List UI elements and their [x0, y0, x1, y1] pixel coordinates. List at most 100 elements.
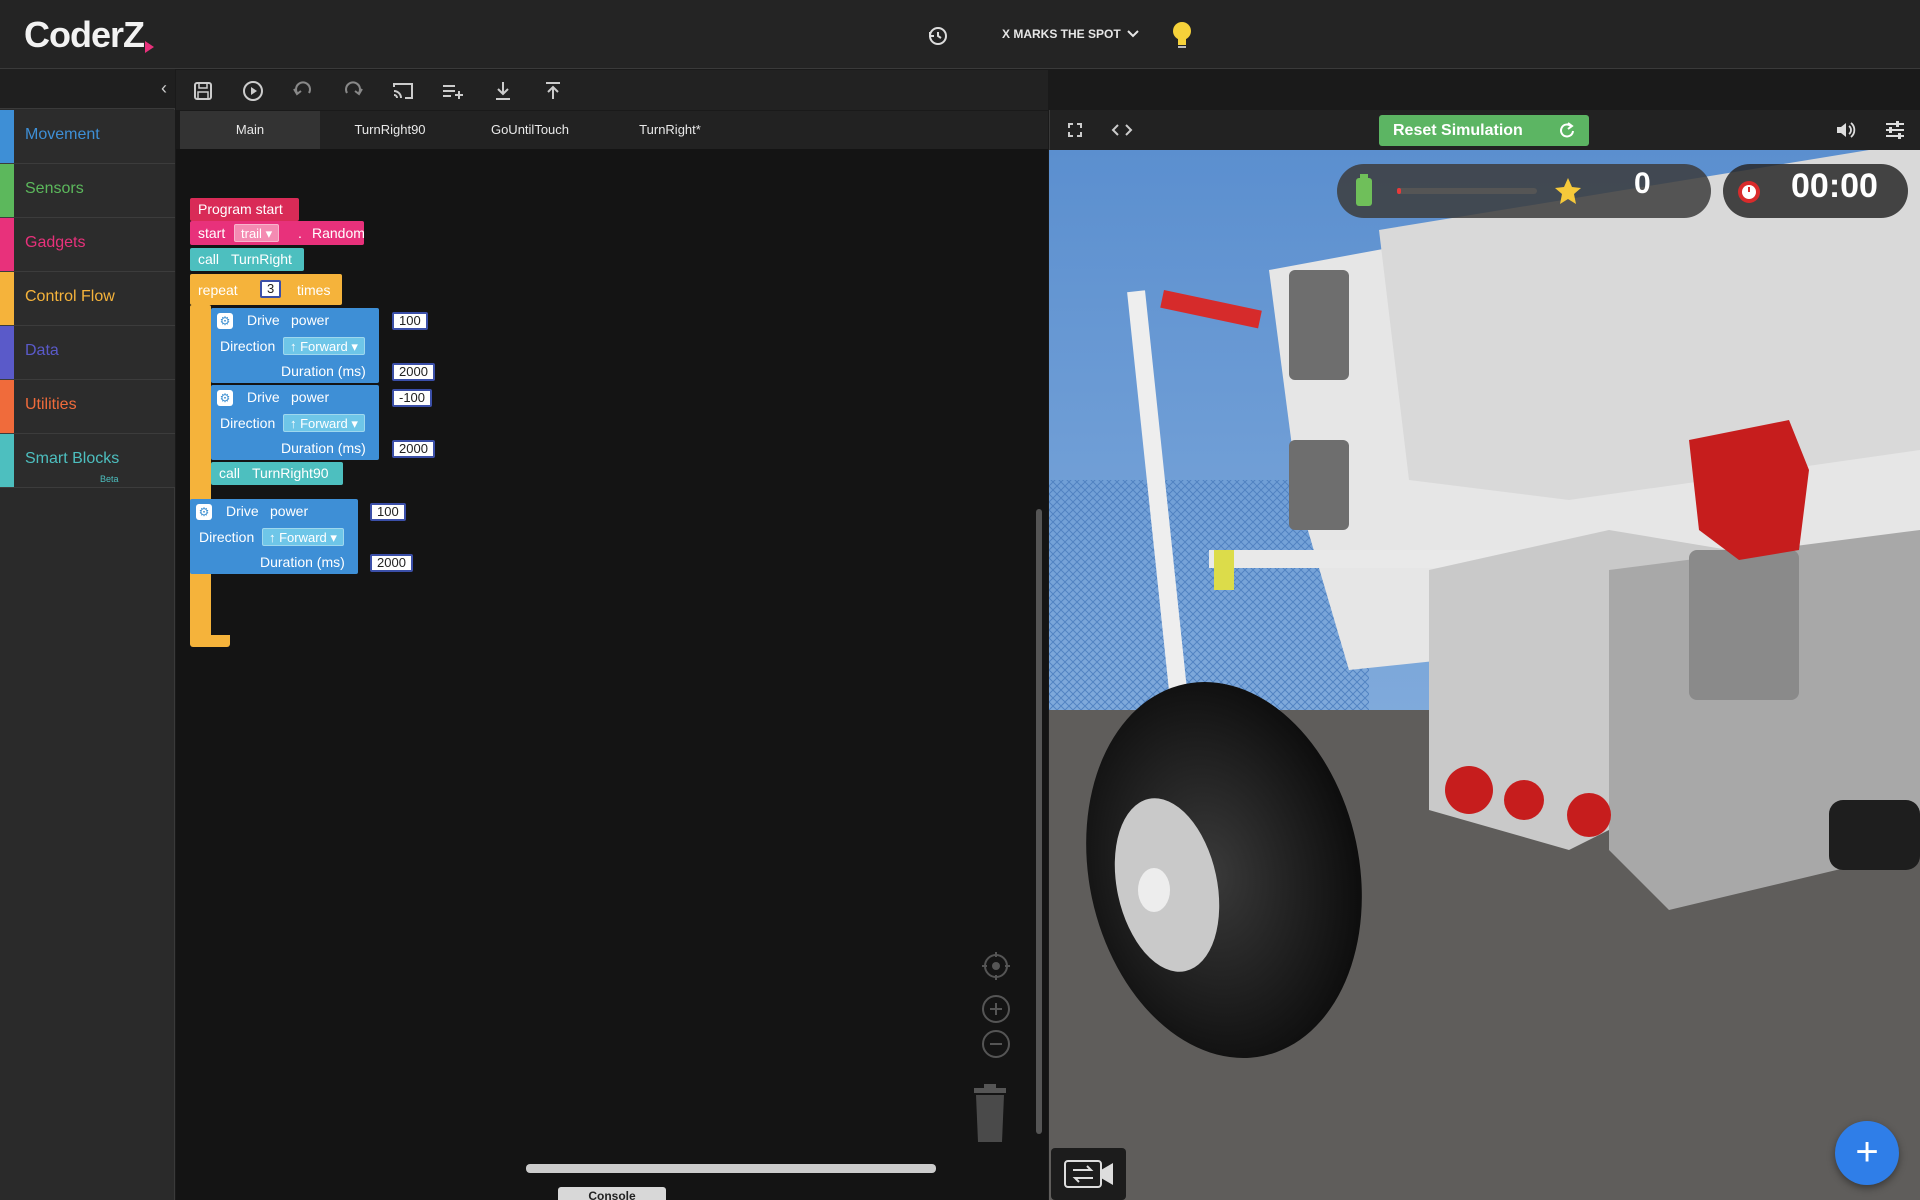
- category-sensors[interactable]: Sensors: [0, 164, 175, 218]
- chevron-left-icon: ‹: [161, 78, 167, 98]
- category-data[interactable]: Data: [0, 326, 175, 380]
- block-label: times: [297, 282, 331, 298]
- battery-bar: [1397, 188, 1537, 194]
- refresh-icon: [1560, 122, 1574, 138]
- blocks-workspace[interactable]: Program start start trail ▾ . Random cal…: [176, 149, 1048, 1200]
- fullscreen-icon[interactable]: [1066, 121, 1084, 139]
- block-label: Direction: [220, 415, 276, 431]
- dropdown-value: ↑ Forward: [269, 530, 327, 545]
- repeat-block[interactable]: repeat 3 times: [190, 274, 342, 305]
- direction-dropdown[interactable]: ↑ Forward ▾: [262, 528, 344, 546]
- repeat-block-body: [190, 305, 211, 645]
- block-label: Direction: [220, 338, 276, 354]
- code-view-icon[interactable]: [1111, 121, 1133, 139]
- mission-select[interactable]: X MARKS THE SPOT: [1002, 24, 1139, 44]
- block-label: Duration (ms): [260, 554, 345, 570]
- call-block[interactable]: call TurnRight90: [211, 462, 343, 485]
- play-icon[interactable]: [240, 78, 266, 104]
- horizontal-scrollbar[interactable]: [526, 1164, 936, 1173]
- zoom-in-icon[interactable]: [981, 994, 1011, 1024]
- start-trail-block[interactable]: start trail ▾ . Random: [190, 221, 365, 245]
- trail-dropdown[interactable]: trail ▾: [234, 224, 280, 242]
- function-name: TurnRight90: [252, 465, 329, 481]
- mission-name: X MARKS THE SPOT: [1002, 27, 1121, 41]
- block-label: Drive: [247, 389, 280, 405]
- gear-icon: ⚙: [217, 390, 233, 406]
- volume-icon[interactable]: [1834, 119, 1856, 141]
- repeat-block-footer: [190, 635, 230, 647]
- simulation-viewport[interactable]: [1049, 150, 1920, 1200]
- score-value: 0: [1634, 167, 1651, 200]
- timer-value: 00:00: [1791, 167, 1878, 205]
- download-icon[interactable]: [490, 78, 516, 104]
- category-color-bar: [0, 164, 14, 217]
- block-label: call: [198, 251, 220, 267]
- add-fab-button[interactable]: +: [1835, 1121, 1899, 1185]
- zoom-out-icon[interactable]: [981, 1029, 1011, 1059]
- reset-simulation-button[interactable]: Reset Simulation: [1379, 115, 1589, 146]
- dropdown-value: trail: [241, 226, 262, 241]
- console-tab[interactable]: Console: [558, 1187, 666, 1200]
- direction-dropdown[interactable]: ↑ Forward ▾: [283, 414, 365, 432]
- duration-input[interactable]: 2000: [392, 440, 435, 458]
- power-input[interactable]: 100: [392, 312, 428, 330]
- drive-block[interactable]: ⚙ Drive power Direction ↑ Forward ▾ Dura…: [211, 308, 379, 383]
- category-label: Data: [25, 342, 59, 359]
- beta-badge: Beta: [100, 474, 119, 484]
- block-label: Drive: [226, 503, 259, 519]
- block-label: power: [291, 389, 330, 405]
- drive-block[interactable]: ⚙ Drive power Direction ↑ Forward ▾ Dura…: [190, 499, 358, 574]
- category-gadgets[interactable]: Gadgets: [0, 218, 175, 272]
- reset-label: Reset Simulation: [1393, 122, 1523, 139]
- tab-gountiltouch[interactable]: GoUntilTouch: [460, 111, 600, 149]
- switch-camera-button[interactable]: [1051, 1148, 1126, 1200]
- tab-turnright90[interactable]: TurnRight90: [320, 111, 460, 149]
- stopwatch-icon: [1738, 181, 1760, 203]
- direction-dropdown[interactable]: ↑ Forward ▾: [283, 337, 365, 355]
- power-input[interactable]: -100: [392, 389, 433, 407]
- undo-icon[interactable]: [290, 78, 316, 104]
- block-label: Direction: [199, 529, 255, 545]
- tab-main[interactable]: Main: [180, 111, 320, 149]
- save-icon[interactable]: [190, 78, 216, 104]
- category-color-bar: [0, 434, 14, 487]
- settings-sliders-icon[interactable]: [1884, 119, 1906, 141]
- recenter-icon[interactable]: [981, 951, 1011, 981]
- trash-icon[interactable]: [968, 1084, 1012, 1144]
- category-utilities[interactable]: Utilities: [0, 380, 175, 434]
- upload-icon[interactable]: [540, 78, 566, 104]
- lightbulb-icon[interactable]: [1168, 18, 1196, 52]
- block-label: Drive: [247, 312, 280, 328]
- category-color-bar: [0, 110, 14, 163]
- vertical-scrollbar[interactable]: [1036, 509, 1042, 1134]
- drive-block[interactable]: ⚙ Drive power Direction ↑ Forward ▾ Dura…: [211, 385, 379, 460]
- category-smart-blocks[interactable]: Smart Blocks Beta: [0, 434, 175, 488]
- category-label: Smart Blocks: [25, 450, 120, 467]
- duration-input[interactable]: 2000: [392, 363, 435, 381]
- block-label: start: [198, 225, 226, 241]
- dropdown-value: ↑ Forward: [290, 339, 348, 354]
- plus-icon: +: [1855, 1130, 1879, 1174]
- battery-icon: [1356, 174, 1372, 206]
- collapse-sidebar-button[interactable]: ‹: [0, 69, 175, 109]
- history-icon[interactable]: [924, 22, 952, 50]
- logo-triangle-icon: [145, 41, 154, 53]
- chevron-down-icon: [1126, 30, 1139, 38]
- coderz-logo[interactable]: CoderZ: [24, 14, 154, 56]
- category-control-flow[interactable]: Control Flow: [0, 272, 175, 326]
- block-label: Duration (ms): [281, 440, 366, 456]
- add-list-icon[interactable]: [440, 78, 466, 104]
- star-icon: [1555, 178, 1581, 204]
- category-movement[interactable]: Movement: [0, 110, 175, 164]
- program-start-block[interactable]: Program start: [190, 198, 299, 221]
- call-block[interactable]: call TurnRight: [190, 248, 304, 271]
- cast-icon[interactable]: [390, 78, 416, 104]
- redo-icon[interactable]: [340, 78, 366, 104]
- duration-input[interactable]: 2000: [370, 554, 413, 572]
- repeat-count-input[interactable]: 3: [260, 280, 282, 298]
- tab-turnright[interactable]: TurnRight*: [600, 111, 740, 149]
- power-input[interactable]: 100: [370, 503, 406, 521]
- top-header: CoderZ X MARKS THE SPOT: [0, 0, 1920, 69]
- category-color-bar: [0, 272, 14, 325]
- category-label: Sensors: [25, 180, 84, 197]
